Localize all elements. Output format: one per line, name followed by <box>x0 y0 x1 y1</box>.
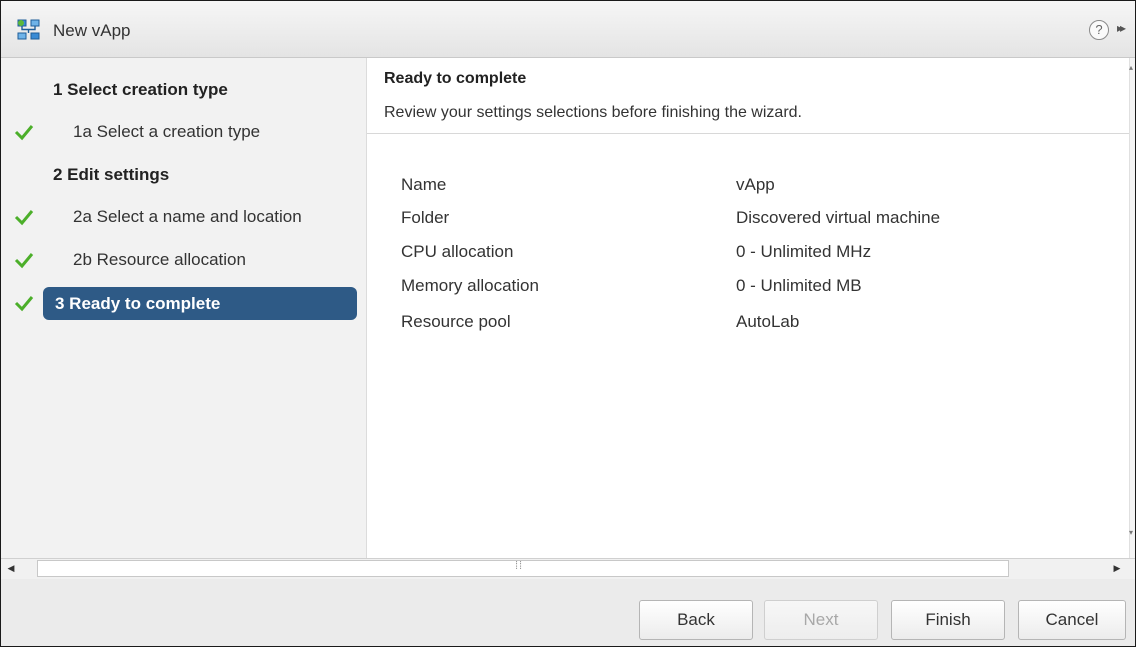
vapp-icon <box>17 19 40 40</box>
check-icon <box>14 210 34 226</box>
panel-divider <box>367 133 1129 134</box>
dialog-title: New vApp <box>53 21 131 40</box>
scroll-left-icon[interactable]: ◀ <box>3 561 19 575</box>
summary-label: Resource pool <box>401 312 511 331</box>
summary-label: Name <box>401 175 447 194</box>
step-select-creation-type: 1 Select creation type <box>53 80 228 99</box>
substep-resource-allocation[interactable]: 2b Resource allocation <box>73 250 246 270</box>
check-icon <box>14 296 34 312</box>
finish-button[interactable]: Finish <box>891 600 1005 640</box>
summary-label: Folder <box>401 208 450 227</box>
summary-label: CPU allocation <box>401 242 514 261</box>
scroll-up-icon[interactable]: ▴ <box>1129 63 1133 72</box>
summary-value: vApp <box>736 175 775 194</box>
substep-select-a-creation-type[interactable]: 1a Select a creation type <box>73 122 260 142</box>
title-bar: New vApp ? ▸▸ <box>1 1 1135 58</box>
expand-icon[interactable]: ▸▸ <box>1117 21 1126 35</box>
panel-title: Ready to complete <box>384 70 527 87</box>
cancel-button[interactable]: Cancel <box>1018 600 1126 640</box>
summary-value: 0 - Unlimited MB <box>736 276 862 295</box>
summary-label: Memory allocation <box>401 276 539 295</box>
scroll-right-icon[interactable]: ▶ <box>1109 561 1125 575</box>
help-icon[interactable]: ? <box>1089 20 1109 40</box>
summary-value: 0 - Unlimited MHz <box>736 242 872 261</box>
summary-value: Discovered virtual machine <box>736 208 941 227</box>
scroll-grip-icon[interactable]: ⋮ <box>1131 215 1135 226</box>
panel-subtitle: Review your settings selections before f… <box>384 104 802 121</box>
step-edit-settings: 2 Edit settings <box>53 165 170 184</box>
check-icon <box>14 125 34 141</box>
substep-select-name-and-location[interactable]: 2a Select a name and location <box>73 207 302 227</box>
scroll-grip-icon[interactable]: ⁞⁞ <box>515 560 523 572</box>
vertical-scrollbar[interactable] <box>1129 58 1135 558</box>
check-icon <box>14 253 34 269</box>
ready-to-complete-panel: Ready to complete Review your settings s… <box>367 58 1129 558</box>
summary-value: AutoLab <box>736 312 800 331</box>
scroll-down-icon[interactable]: ▾ <box>1129 528 1133 537</box>
next-button[interactable]: Next <box>764 600 878 640</box>
back-button[interactable]: Back <box>639 600 753 640</box>
new-vapp-dialog: New vApp ? ▸▸ 1 Select creation type 1a … <box>0 0 1136 647</box>
step-ready-to-complete[interactable]: 3 Ready to complete <box>55 294 220 314</box>
